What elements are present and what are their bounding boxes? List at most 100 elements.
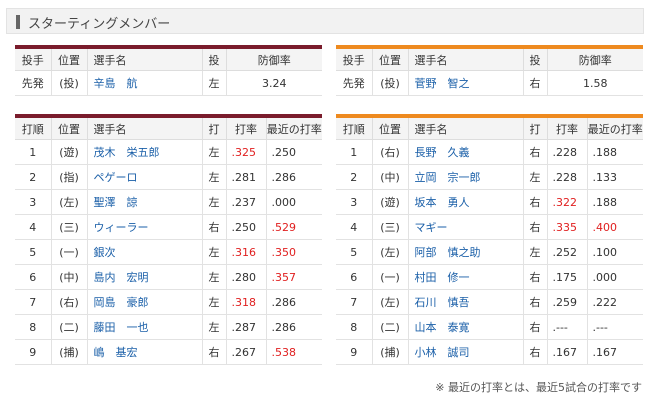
section-header: スターティングメンバー xyxy=(6,8,644,34)
lineup-row: 3 (左) 聖澤 諒左 .237.000 xyxy=(15,189,322,215)
lineup-row: 8 (二) 山本 泰寛右 .--- .--- xyxy=(336,314,643,340)
pitcher-throws: 右 xyxy=(522,70,547,96)
recent-average: .167 xyxy=(586,339,643,365)
player-bats: 左 xyxy=(522,239,547,265)
player-name-link[interactable]: 岡島 豪郎 xyxy=(86,289,202,315)
player-name-link[interactable]: 茂木 栄五郎 xyxy=(86,139,202,165)
recent-average: .100 xyxy=(586,239,643,265)
player-position: (右) xyxy=(371,139,408,165)
pitcher-name-link[interactable]: 菅野 智之 xyxy=(407,70,523,96)
player-name-link[interactable]: 島内 宏明 xyxy=(86,264,202,290)
batting-average: .316 xyxy=(225,239,266,265)
player-bats: 左 xyxy=(201,189,226,215)
batting-average: .--- xyxy=(546,314,587,340)
player-position: (三) xyxy=(50,214,87,240)
recent-average: .286 xyxy=(265,289,322,315)
player-position: (中) xyxy=(371,164,408,190)
player-bats: 左 xyxy=(201,314,226,340)
player-position: (二) xyxy=(371,314,408,340)
player-bats: 右 xyxy=(522,264,547,290)
player-name-link[interactable]: 小林 誠司 xyxy=(407,339,523,365)
batting-average: .280 xyxy=(225,264,266,290)
recent-average: .133 xyxy=(586,164,643,190)
lineup-row: 4 (三) ウィーラー右 .250.529 xyxy=(15,214,322,240)
pitcher-row: 先発 (投) 菅野 智之 右 1.58 xyxy=(336,70,643,96)
recent-average: .000 xyxy=(586,264,643,290)
right-lineup-panel: 打順 位置 選手名 打 打率 最近の打率 1 (右) 長野 久義右 .228.188 2… xyxy=(336,114,643,365)
header-player-name: 選手名 xyxy=(407,118,523,140)
pitcher-name-link[interactable]: 辛島 航 xyxy=(86,70,202,96)
player-bats: 左 xyxy=(201,264,226,290)
lineup-row: 9 (捕) 小林 誠司右 .167.167 xyxy=(336,339,643,365)
recent-average: .286 xyxy=(265,164,322,190)
header-batting-order: 打順 xyxy=(15,118,51,140)
batting-order: 9 xyxy=(15,339,51,365)
batting-order: 3 xyxy=(336,189,372,215)
pitcher-role: 先発 xyxy=(336,70,372,96)
player-name-link[interactable]: 嶋 基宏 xyxy=(86,339,202,365)
player-position: (一) xyxy=(50,239,87,265)
player-name-link[interactable]: 村田 修一 xyxy=(407,264,523,290)
batting-average: .252 xyxy=(546,239,587,265)
header-era: 防御率 xyxy=(225,49,322,71)
lineup-row: 1 (右) 長野 久義右 .228.188 xyxy=(336,139,643,165)
player-name-link[interactable]: 石川 慎吾 xyxy=(407,289,523,315)
player-position: (捕) xyxy=(371,339,408,365)
batting-average: .175 xyxy=(546,264,587,290)
lineup-row: 8 (二) 藤田 一也左 .287.286 xyxy=(15,314,322,340)
lineup-row: 2 (中) 立岡 宗一郎左 .228.133 xyxy=(336,164,643,190)
player-name-link[interactable]: マギー xyxy=(407,214,523,240)
player-name-link[interactable]: 長野 久義 xyxy=(407,139,523,165)
batting-average: .287 xyxy=(225,314,266,340)
player-name-link[interactable]: 藤田 一也 xyxy=(86,314,202,340)
right-pitcher-table: 投手 位置 選手名 投 防御率 先発 (投) 菅野 智之 右 1.58 xyxy=(336,49,643,96)
recent-average: .286 xyxy=(265,314,322,340)
header-pitcher: 投手 xyxy=(15,49,51,71)
recent-average: .222 xyxy=(586,289,643,315)
batting-order: 1 xyxy=(336,139,372,165)
player-name-link[interactable]: 阿部 慎之助 xyxy=(407,239,523,265)
recent-average: .538 xyxy=(265,339,322,365)
header-pitcher: 投手 xyxy=(336,49,372,71)
player-bats: 右 xyxy=(522,339,547,365)
section-title: スターティングメンバー xyxy=(28,17,171,32)
player-name-link[interactable]: 坂本 勇人 xyxy=(407,189,523,215)
batting-average: .325 xyxy=(225,139,266,165)
player-position: (指) xyxy=(50,164,87,190)
lineup-row: 9 (捕) 嶋 基宏右 .267.538 xyxy=(15,339,322,365)
recent-average: .400 xyxy=(586,214,643,240)
batting-average: .237 xyxy=(225,189,266,215)
player-position: (右) xyxy=(50,289,87,315)
pitcher-header-row: 投手 位置 選手名 投 防御率 xyxy=(15,49,322,71)
player-position: (左) xyxy=(50,189,87,215)
batting-average: .228 xyxy=(546,164,587,190)
player-name-link[interactable]: 銀次 xyxy=(86,239,202,265)
left-pitcher-panel: 投手 位置 選手名 投 防御率 先発 (投) 辛島 航 左 3.24 xyxy=(15,45,322,96)
player-name-link[interactable]: 聖澤 諒 xyxy=(86,189,202,215)
player-bats: 右 xyxy=(201,214,226,240)
header-recent-average: 最近の打率 xyxy=(586,118,643,140)
batting-order: 1 xyxy=(15,139,51,165)
header-position: 位置 xyxy=(371,49,408,71)
lineup-row: 3 (遊) 坂本 勇人右 .322.188 xyxy=(336,189,643,215)
recent-average: .529 xyxy=(265,214,322,240)
left-pitcher-table: 投手 位置 選手名 投 防御率 先発 (投) 辛島 航 左 3.24 xyxy=(15,49,322,96)
batting-order: 6 xyxy=(15,264,51,290)
player-bats: 右 xyxy=(522,314,547,340)
left-lineup-table: 打順 位置 選手名 打 打率 最近の打率 1 (遊) 茂木 栄五郎左 .325.250… xyxy=(15,118,322,365)
batting-average: .259 xyxy=(546,289,587,315)
batting-order: 9 xyxy=(336,339,372,365)
batting-order: 6 xyxy=(336,264,372,290)
left-lineup-panel: 打順 位置 選手名 打 打率 最近の打率 1 (遊) 茂木 栄五郎左 .325.250… xyxy=(15,114,322,365)
player-position: (遊) xyxy=(50,139,87,165)
right-pitcher-panel: 投手 位置 選手名 投 防御率 先発 (投) 菅野 智之 右 1.58 xyxy=(336,45,643,96)
player-name-link[interactable]: ペゲーロ xyxy=(86,164,202,190)
player-bats: 左 xyxy=(201,139,226,165)
player-name-link[interactable]: 山本 泰寛 xyxy=(407,314,523,340)
player-name-link[interactable]: 立岡 宗一郎 xyxy=(407,164,523,190)
player-position: (一) xyxy=(371,264,408,290)
player-name-link[interactable]: ウィーラー xyxy=(86,214,202,240)
recent-average: .250 xyxy=(265,139,322,165)
player-position: (二) xyxy=(50,314,87,340)
pitcher-era: 1.58 xyxy=(546,70,643,96)
